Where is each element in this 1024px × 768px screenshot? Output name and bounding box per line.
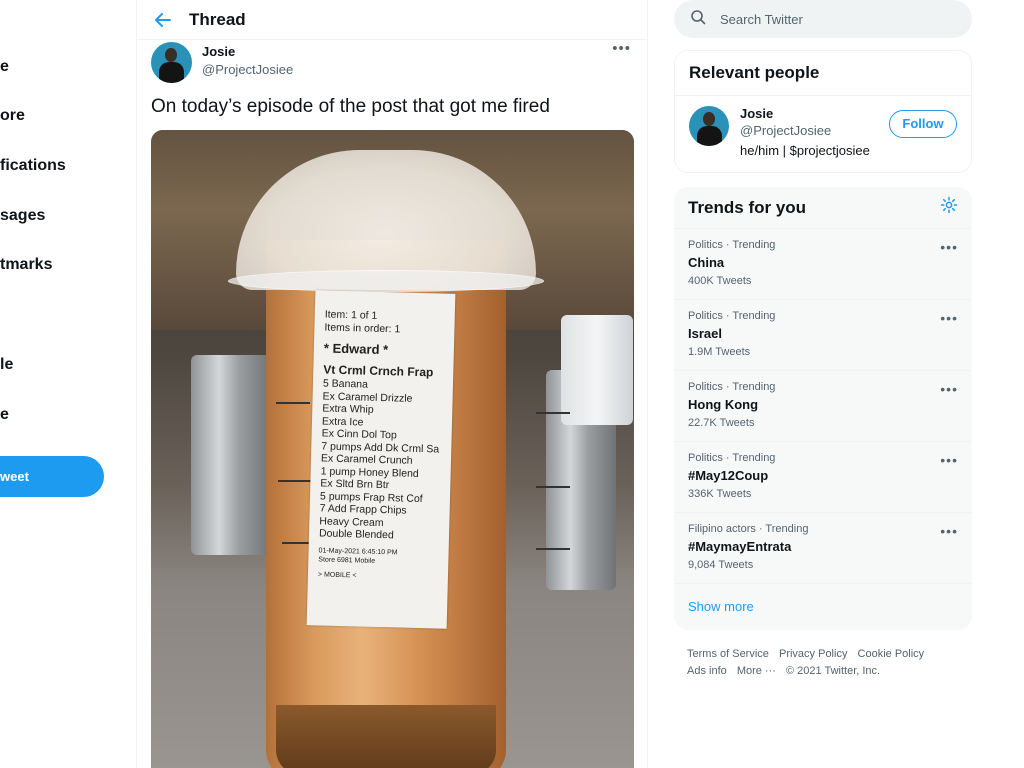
footer-cookie-link[interactable]: Cookie Policy <box>858 648 925 660</box>
order-sticker: Item: 1 of 1 Items in order: 1 * Edward … <box>306 290 456 629</box>
trends-card: Trends for you Politics · Trending China… <box>674 187 972 630</box>
thread-column: Thread Josie @ProjectJosiee ••• On today… <box>136 0 648 768</box>
footer: Terms of Service Privacy Policy Cookie P… <box>674 646 972 680</box>
trend-item[interactable]: Politics · Trending China 400K Tweets ••… <box>674 229 972 300</box>
page-title: Thread <box>189 9 246 29</box>
photo-container <box>561 315 633 425</box>
nav-label: ore <box>0 107 25 124</box>
more-options-icon[interactable]: ••• <box>940 381 958 397</box>
trend-count: 9,084 Tweets <box>688 559 754 571</box>
cup-tick <box>278 480 312 482</box>
trend-meta: Politics · Trending <box>688 310 776 322</box>
footer-terms-link[interactable]: Terms of Service <box>687 648 769 660</box>
nav-label: sages <box>0 207 46 224</box>
person-handle[interactable]: @ProjectJosiee <box>740 123 870 138</box>
trend-item[interactable]: Politics · Trending Hong Kong 22.7K Twee… <box>674 371 972 442</box>
trend-name: Hong Kong <box>688 397 759 412</box>
search-input[interactable]: Search Twitter <box>720 12 803 27</box>
footer-ads-link[interactable]: Ads info <box>687 665 727 677</box>
person-row[interactable]: Josie @ProjectJosiee he/him | $projectjo… <box>675 96 971 172</box>
nav-item-more[interactable]: e <box>0 406 9 424</box>
trend-count: 22.7K Tweets <box>688 417 755 429</box>
trend-name: China <box>688 255 725 270</box>
person-name[interactable]: Josie <box>740 106 870 121</box>
right-sidebar: Search Twitter Relevant people Josie @Pr… <box>674 0 972 680</box>
avatar[interactable] <box>689 106 729 146</box>
cup-tick <box>536 486 570 488</box>
nav-item-explore[interactable]: ore <box>0 107 25 125</box>
trend-count: 336K Tweets <box>688 488 752 500</box>
more-options-icon[interactable]: ••• <box>940 452 958 468</box>
trend-count: 400K Tweets <box>688 275 752 287</box>
nav-label: le <box>0 356 14 373</box>
tweet-button-label: weet <box>0 469 29 484</box>
tweet: Josie @ProjectJosiee ••• On today’s epis… <box>137 40 647 768</box>
tweet-text: On today’s episode of the post that got … <box>151 96 550 117</box>
search-icon <box>690 9 706 30</box>
more-options-icon[interactable]: ••• <box>940 239 958 255</box>
follow-button[interactable]: Follow <box>889 110 957 138</box>
back-arrow-icon[interactable] <box>137 12 189 27</box>
nav-item-messages[interactable]: sages <box>0 207 45 225</box>
person-bio: he/him | $projectjosiee <box>740 143 870 158</box>
nav-label: tmarks <box>0 256 53 273</box>
avatar[interactable] <box>151 42 192 83</box>
trend-meta: Politics · Trending <box>688 452 776 464</box>
show-more-link[interactable]: Show more <box>674 584 972 630</box>
nav-item-notifications[interactable]: fications <box>0 157 66 175</box>
nav-label: fications <box>0 157 66 174</box>
trend-item[interactable]: Politics · Trending Israel 1.9M Tweets •… <box>674 300 972 371</box>
trend-count: 1.9M Tweets <box>688 346 751 358</box>
trend-item[interactable]: Politics · Trending #May12Coup 336K Twee… <box>674 442 972 513</box>
author-name[interactable]: Josie <box>202 44 293 59</box>
relevant-people-card: Relevant people Josie @ProjectJosiee he/… <box>674 50 972 173</box>
cup-tick <box>276 402 310 404</box>
receipt-channel: > MOBILE < <box>317 570 357 579</box>
nav-item-home[interactable]: e <box>0 58 9 76</box>
trend-name: #May12Coup <box>688 468 769 483</box>
trend-name: #MaymayEntrata <box>688 539 792 554</box>
relevant-people-title: Relevant people <box>675 51 971 96</box>
more-options-icon[interactable]: ••• <box>612 40 631 57</box>
search-bar[interactable]: Search Twitter <box>674 0 972 38</box>
trend-meta: Filipino actors · Trending <box>688 523 809 535</box>
tweet-photo[interactable]: Item: 1 of 1 Items in order: 1 * Edward … <box>151 130 634 768</box>
trends-title: Trends for you <box>688 197 807 217</box>
cup-tick <box>536 548 570 550</box>
trend-item[interactable]: Filipino actors · Trending #MaymayEntrat… <box>674 513 972 584</box>
tweet-button[interactable]: weet <box>0 456 104 497</box>
trend-meta: Politics · Trending <box>688 239 776 251</box>
thread-header: Thread <box>137 0 647 40</box>
nav-label: e <box>0 406 9 423</box>
more-options-icon[interactable]: ••• <box>940 310 958 326</box>
trend-meta: Politics · Trending <box>688 381 776 393</box>
receipt-customer: * Edward * <box>323 340 389 358</box>
cup-tick <box>536 412 570 414</box>
trend-name: Israel <box>688 326 722 341</box>
footer-copyright: © 2021 Twitter, Inc. <box>785 665 881 677</box>
nav-item-bookmarks[interactable]: tmarks <box>0 256 52 274</box>
left-nav: e ore fications sages tmarks le e weet <box>0 0 136 768</box>
nav-label: e <box>0 58 9 75</box>
nav-item-profile[interactable]: le <box>0 356 13 374</box>
footer-more-link[interactable]: More ··· <box>737 665 776 677</box>
settings-gear-icon[interactable] <box>940 196 958 219</box>
author-handle[interactable]: @ProjectJosiee <box>202 62 293 77</box>
more-options-icon[interactable]: ••• <box>940 523 958 539</box>
footer-privacy-link[interactable]: Privacy Policy <box>779 648 847 660</box>
